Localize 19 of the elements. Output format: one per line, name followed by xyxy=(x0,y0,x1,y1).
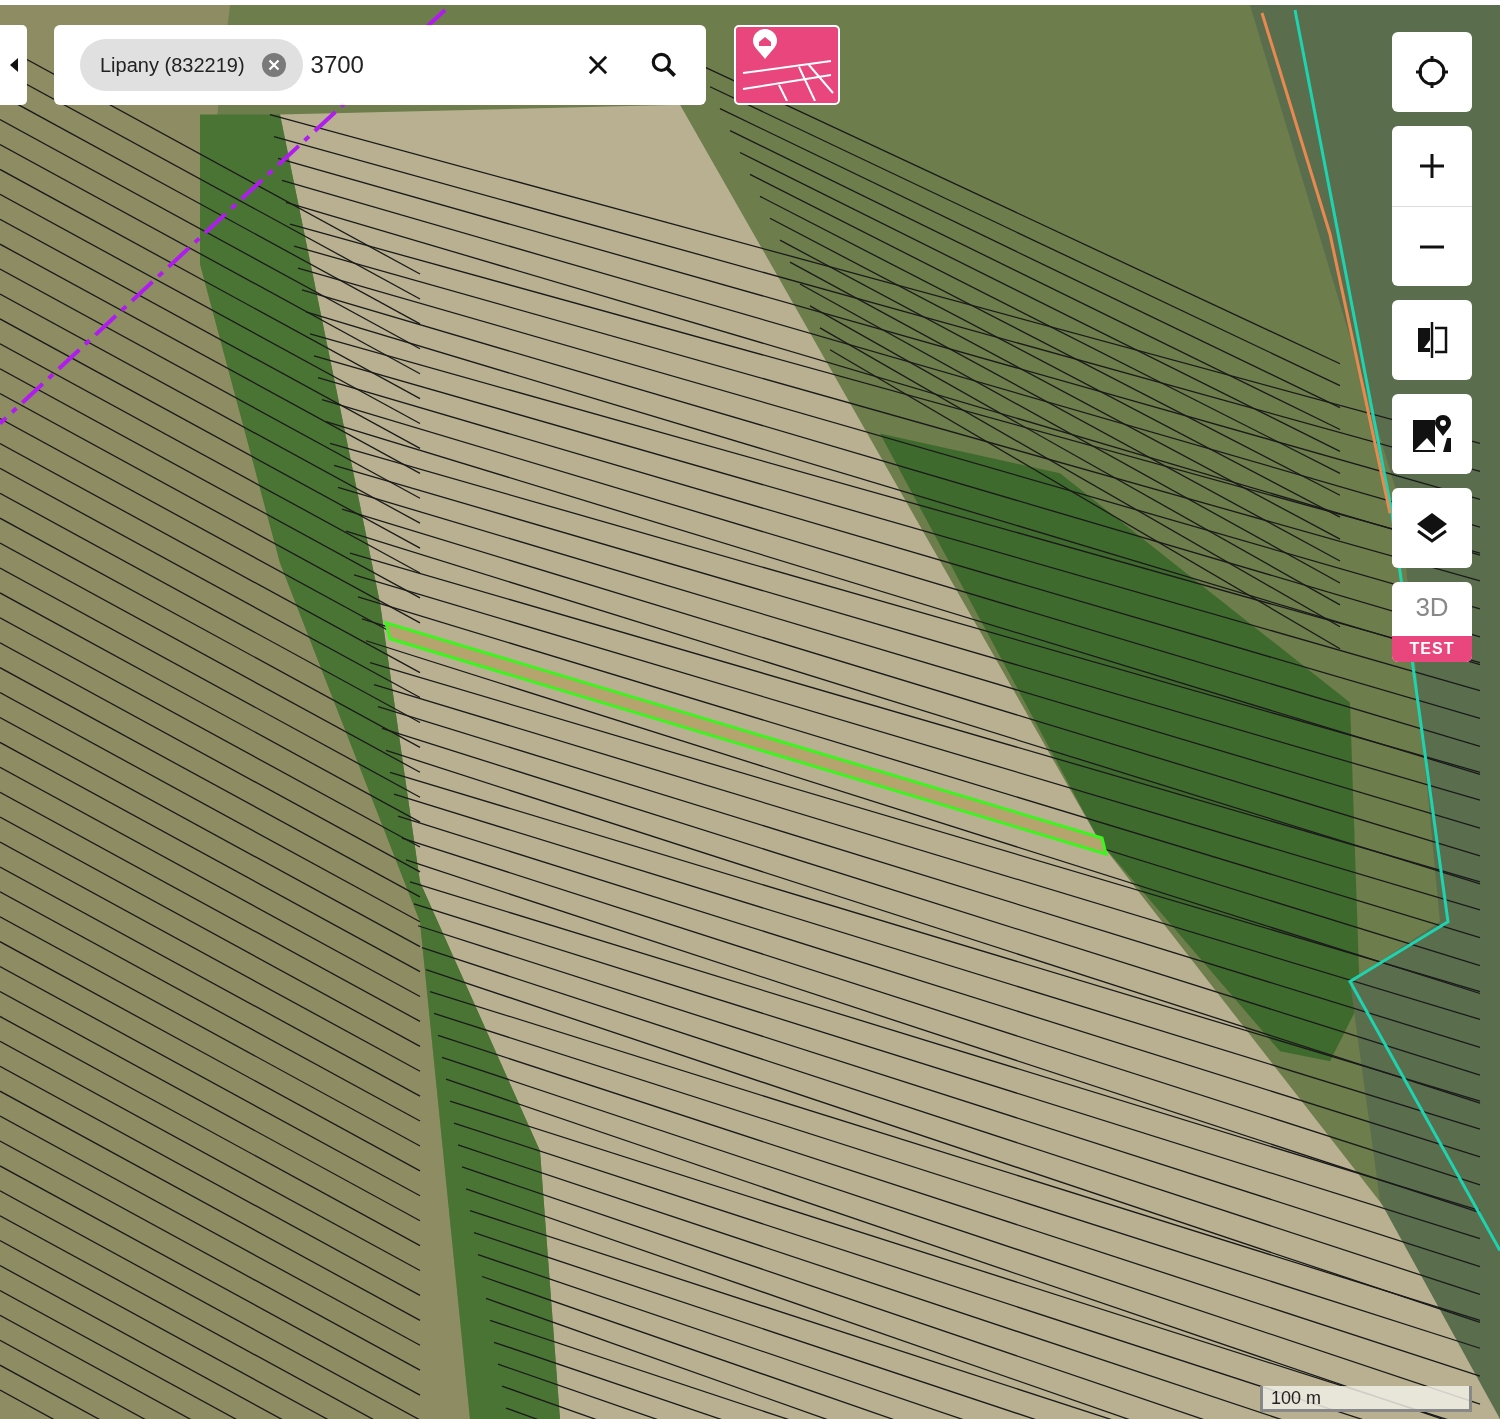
minus-icon xyxy=(1419,244,1445,249)
remove-chip-icon[interactable] xyxy=(260,52,287,78)
test-badge: TEST xyxy=(1392,636,1472,662)
locate-button[interactable] xyxy=(1392,32,1472,112)
cadastre-map-button[interactable] xyxy=(734,25,840,105)
compare-icon xyxy=(1416,322,1448,358)
3d-view-button[interactable]: 3D TEST xyxy=(1392,582,1472,662)
image-pin-icon xyxy=(1411,414,1453,454)
area-filter-chip[interactable]: Lipany (832219) xyxy=(80,39,303,91)
crosshair-icon xyxy=(1414,54,1450,90)
chip-label: Lipany (832219) xyxy=(100,53,245,77)
photo-map-button[interactable] xyxy=(1392,394,1472,474)
compare-button[interactable] xyxy=(1392,300,1472,380)
collapse-panel-button[interactable] xyxy=(0,25,27,105)
caret-icon xyxy=(9,58,18,72)
scale-bar: 100 m xyxy=(1260,1386,1472,1412)
layers-icon xyxy=(1415,511,1449,545)
plus-icon xyxy=(1419,153,1445,179)
layers-button[interactable] xyxy=(1392,488,1472,568)
